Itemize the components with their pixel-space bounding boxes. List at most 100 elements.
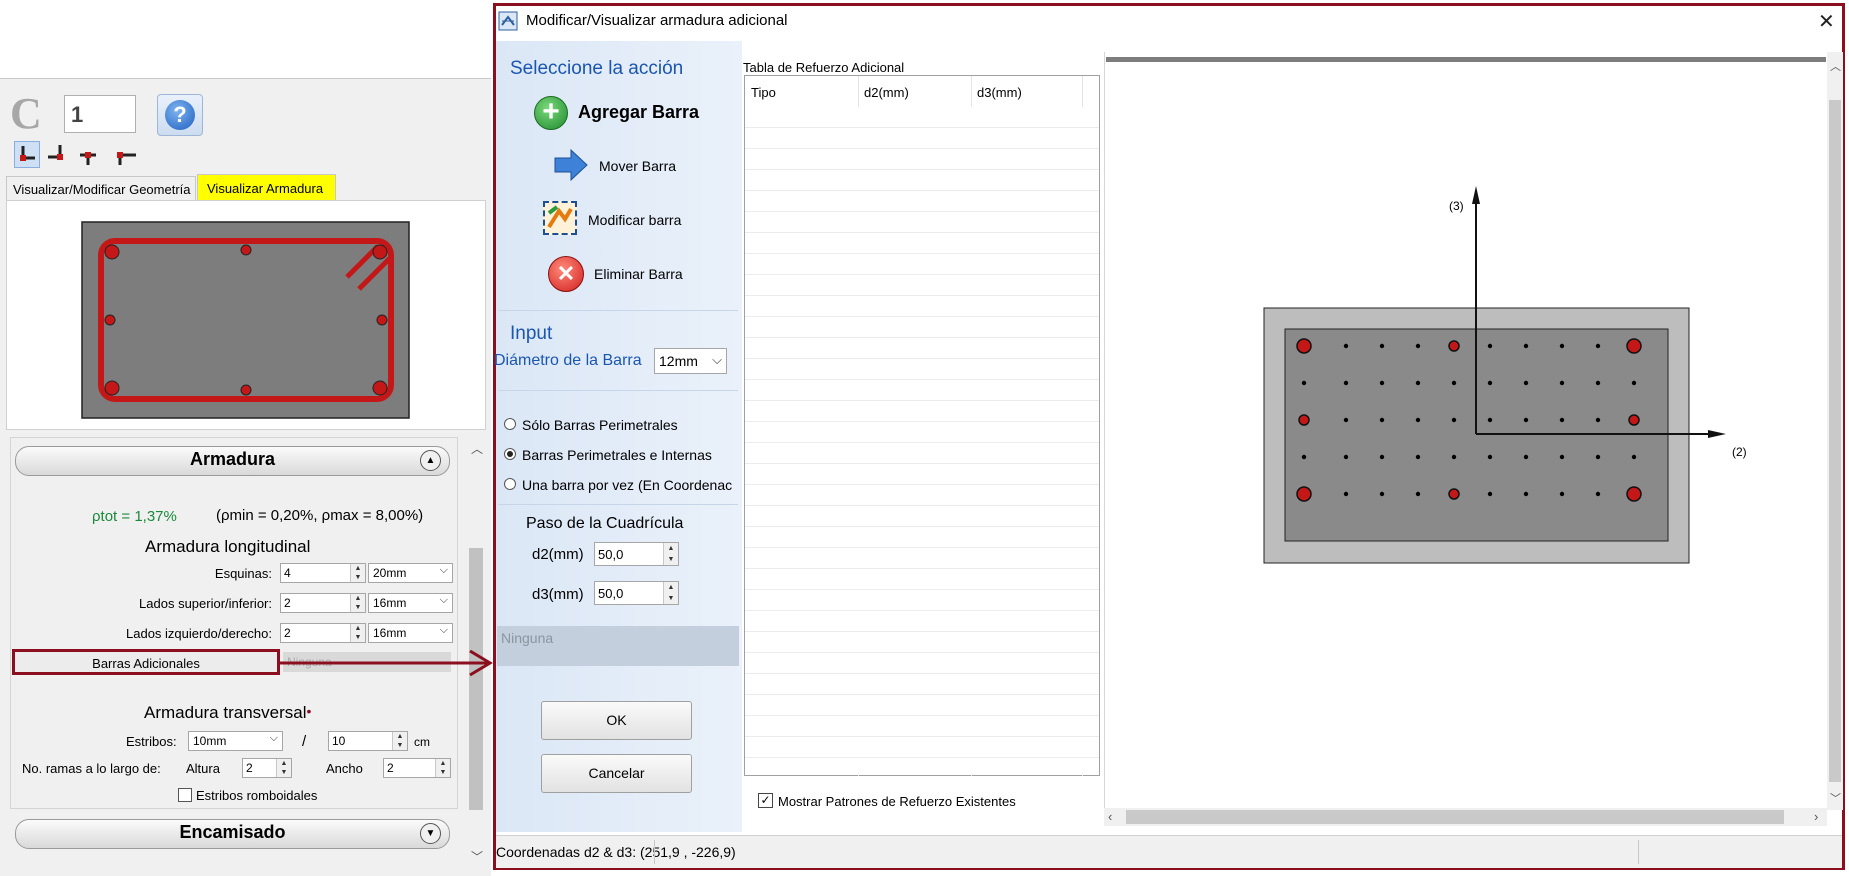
grid-point[interactable] (1415, 417, 1421, 423)
grid-point[interactable] (1379, 454, 1385, 460)
grid-point[interactable] (1523, 380, 1529, 386)
canvas-hscrollbar[interactable]: ‹ › (1104, 808, 1827, 826)
romboidales-checkbox[interactable] (178, 788, 192, 802)
stepper-arrows-icon[interactable]: ▲ ▼ (350, 594, 365, 612)
grid-point[interactable] (1523, 343, 1529, 349)
lados-izq-diam-select[interactable]: 16mm ⌵ (368, 623, 453, 643)
barras-adicionales-button[interactable]: Barras Adicionales (12, 649, 280, 675)
column-corner-lr-icon[interactable] (44, 141, 70, 168)
mover-barra-button[interactable]: Mover Barra (553, 148, 723, 184)
grid-point[interactable] (1595, 380, 1601, 386)
column-corner-ul-icon[interactable] (76, 141, 102, 168)
modificar-barra-button[interactable]: Modificar barra (543, 201, 723, 239)
scroll-down-icon[interactable]: ﹀ (471, 848, 483, 865)
grid-point[interactable] (1451, 454, 1457, 460)
ok-button[interactable]: OK (541, 701, 692, 740)
stepper-arrows-icon[interactable]: ▲ ▼ (663, 582, 678, 604)
grid-point[interactable] (1379, 380, 1385, 386)
grid-point[interactable] (1379, 491, 1385, 497)
grid-point[interactable] (1379, 343, 1385, 349)
grid-point[interactable] (1559, 454, 1565, 460)
grid-point[interactable] (1451, 417, 1457, 423)
scroll-left-icon[interactable]: ‹ (1108, 809, 1112, 824)
grid-point[interactable] (1595, 454, 1601, 460)
stepper-arrows-icon[interactable]: ▲ ▼ (276, 759, 291, 777)
grid-point[interactable] (1343, 380, 1349, 386)
scroll-right-icon[interactable]: › (1814, 809, 1818, 824)
drawing-rebar[interactable] (1448, 488, 1460, 500)
table-header-d2[interactable]: d2(mm) (864, 85, 909, 100)
table-header-tipo[interactable]: Tipo (751, 85, 776, 100)
grid-point[interactable] (1595, 343, 1601, 349)
table-header-d3[interactable]: d3(mm) (977, 85, 1022, 100)
grid-point[interactable] (1523, 491, 1529, 497)
cancel-button[interactable]: Cancelar (541, 754, 692, 793)
option-perimetrales[interactable]: Sólo Barras Perimetrales (504, 416, 742, 434)
grid-point[interactable] (1301, 380, 1307, 386)
grid-point[interactable] (1343, 491, 1349, 497)
stepper-arrows-icon[interactable]: ▲ ▼ (435, 759, 450, 777)
scroll-down-icon[interactable]: ﹀ (1830, 790, 1841, 806)
drawing-rebar[interactable] (1296, 486, 1312, 502)
drawing-rebar[interactable] (1298, 414, 1310, 426)
column-corner-ur-icon[interactable] (116, 141, 142, 168)
grid-point[interactable] (1415, 380, 1421, 386)
drawing-rebar[interactable] (1626, 486, 1642, 502)
esquinas-count-stepper[interactable]: 4 ▲ ▼ (280, 563, 366, 583)
ancho-stepper[interactable]: 2 ▲ ▼ (383, 758, 451, 778)
lados-sup-count-stepper[interactable]: 2 ▲ ▼ (280, 593, 366, 613)
grid-point[interactable] (1301, 454, 1307, 460)
grid-point[interactable] (1343, 343, 1349, 349)
close-icon[interactable]: ✕ (1818, 9, 1835, 34)
grid-point[interactable] (1595, 417, 1601, 423)
grid-point[interactable] (1343, 417, 1349, 423)
drawing-rebar[interactable] (1296, 338, 1312, 354)
grid-point[interactable] (1487, 417, 1493, 423)
option-una-barra[interactable]: Una barra por vez (En Coordenac (504, 476, 738, 494)
grid-point[interactable] (1379, 417, 1385, 423)
radio-internas[interactable] (504, 448, 516, 460)
grid-point[interactable] (1487, 491, 1493, 497)
stepper-arrows-icon[interactable]: ▲ ▼ (350, 564, 365, 582)
column-corner-ll-icon[interactable] (14, 141, 40, 168)
stepper-arrows-icon[interactable]: ▲ ▼ (663, 543, 678, 565)
radio-una-barra[interactable] (504, 478, 516, 490)
agregar-barra-button[interactable]: + Agregar Barra (530, 94, 710, 132)
mostrar-checkbox[interactable]: ✓ (758, 793, 773, 808)
estribos-diam-select[interactable]: 10mm ⌵ (188, 731, 283, 751)
altura-stepper[interactable]: 2 ▲ ▼ (242, 758, 292, 778)
grid-point[interactable] (1415, 343, 1421, 349)
chevron-up-icon[interactable]: ▲ (420, 450, 441, 471)
grid-point[interactable] (1631, 380, 1637, 386)
drawing-rebar[interactable] (1448, 340, 1460, 352)
grid-point[interactable] (1415, 454, 1421, 460)
grid-point[interactable] (1487, 380, 1493, 386)
eliminar-barra-button[interactable]: ✕ Eliminar Barra (548, 256, 728, 294)
tab-geometria[interactable]: Visualizar/Modificar Geometría (6, 176, 196, 200)
grid-point[interactable] (1559, 380, 1565, 386)
help-button[interactable]: ? (157, 94, 203, 136)
stepper-arrows-icon[interactable]: ▲ ▼ (392, 732, 407, 750)
grid-point[interactable] (1343, 454, 1349, 460)
canvas-vscroll-thumb[interactable] (1829, 100, 1841, 782)
d3-stepper[interactable]: 50,0 ▲ ▼ (594, 581, 679, 605)
grid-point[interactable] (1559, 343, 1565, 349)
scroll-up-icon[interactable]: ︿ (471, 440, 483, 457)
grid-point[interactable] (1595, 491, 1601, 497)
tab-armadura[interactable]: Visualizar Armadura (197, 174, 336, 201)
lados-izq-count-stepper[interactable]: 2 ▲ ▼ (280, 623, 366, 643)
option-internas[interactable]: Barras Perimetrales e Internas (504, 446, 742, 464)
grid-point[interactable] (1415, 491, 1421, 497)
esquinas-diam-select[interactable]: 20mm ⌵ (368, 563, 453, 583)
grid-point[interactable] (1631, 454, 1637, 460)
armadura-accordion[interactable]: Armadura ▲ (15, 446, 450, 476)
encamisado-accordion[interactable]: Encamisado ▼ (15, 819, 450, 849)
d2-stepper[interactable]: 50,0 ▲ ▼ (594, 542, 679, 566)
grid-point[interactable] (1523, 454, 1529, 460)
chevron-down-circle-icon[interactable]: ▼ (420, 823, 441, 844)
diam-select[interactable]: 12mm ⌵ (654, 348, 727, 374)
c-number-input[interactable]: 1 (64, 95, 136, 133)
grid-point[interactable] (1487, 454, 1493, 460)
grid-point[interactable] (1559, 417, 1565, 423)
grid-point[interactable] (1451, 380, 1457, 386)
